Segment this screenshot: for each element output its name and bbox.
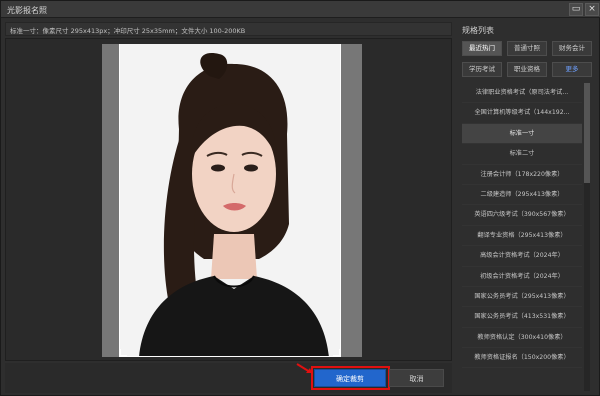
window-title: 光影报名照 [7,6,47,15]
spec-item-teacher-cert[interactable]: 教师资格认定（300x410像素） [462,328,582,349]
spec-list-heading: 规格列表 [462,26,494,35]
portrait-photo [119,44,341,357]
scroll-thumb[interactable] [584,83,590,183]
crop-frame[interactable] [119,44,341,357]
spec-item-constructor[interactable]: 二级建造师（295x413像素） [462,185,582,206]
photo-crop-window: 光影报名照 ▭ × 标准一寸：像素尺寸 295x413px；冲印尺寸 25x35… [0,0,600,396]
tab-education-exams[interactable]: 学历考试 [462,62,502,77]
close-button[interactable]: × [585,3,599,16]
spec-item-standard-2inch[interactable]: 标准二寸 [462,144,582,165]
title-bar[interactable]: 光影报名照 ▭ × [1,1,600,18]
spec-item-senior-accounting[interactable]: 高级会计资格考试（2024年） [462,246,582,267]
spec-list: 法律职业资格考试（原司法考试... 全国计算机等级考试（144x192... 标… [462,83,582,391]
spec-list-panel: 规格列表 最近热门 普通寸照 财务会计 学历考试 职业资格 更多 法律职业资格考… [457,20,597,394]
spec-item-civil-service-413[interactable]: 国家公务员考试（413x531像素） [462,307,582,328]
tab-more[interactable]: 更多 [552,62,592,77]
crop-handle-bottom-right[interactable] [333,349,341,357]
crop-handle-bottom-left[interactable] [119,349,127,357]
spec-item-translator[interactable]: 翻译专业资格（295x413像素） [462,226,582,247]
spec-item-junior-accounting[interactable]: 初级会计资格考试（2024年） [462,267,582,287]
tab-recent-popular[interactable]: 最近热门 [462,41,502,56]
crop-canvas[interactable] [102,44,362,357]
spec-item-teacher-registration[interactable]: 教师资格证报名（150x200像素） [462,348,582,369]
cancel-button[interactable]: 取消 [389,369,444,387]
confirm-crop-button[interactable]: 确定裁剪 [314,369,386,387]
spec-list-scrollbar[interactable] [584,83,590,391]
tab-standard-photo[interactable]: 普通寸照 [507,41,547,56]
spec-info-bar: 标准一寸：像素尺寸 295x413px；冲印尺寸 25x35mm；文件大小 10… [5,22,452,36]
action-bar: 确定裁剪 取消 [5,363,452,393]
minimize-button[interactable]: ▭ [569,3,583,16]
spec-item-cet[interactable]: 英语四六级考试（390x567像素） [462,205,582,226]
spec-item-cpa[interactable]: 注册会计师（178x220像素） [462,165,582,185]
spec-item-ncre[interactable]: 全国计算机等级考试（144x192... [462,103,582,124]
spec-item-standard-1inch[interactable]: 标准一寸 [462,123,582,145]
spec-item-civil-service-295[interactable]: 国家公务员考试（295x413像素） [462,287,582,308]
spec-info-text: 标准一寸：像素尺寸 295x413px；冲印尺寸 25x35mm；文件大小 10… [10,27,246,35]
tab-professional-qualification[interactable]: 职业资格 [507,62,547,77]
tab-finance-accounting[interactable]: 财务会计 [552,41,592,56]
spec-item-law-exam[interactable]: 法律职业资格考试（原司法考试... [462,83,582,104]
preview-panel [5,38,452,361]
